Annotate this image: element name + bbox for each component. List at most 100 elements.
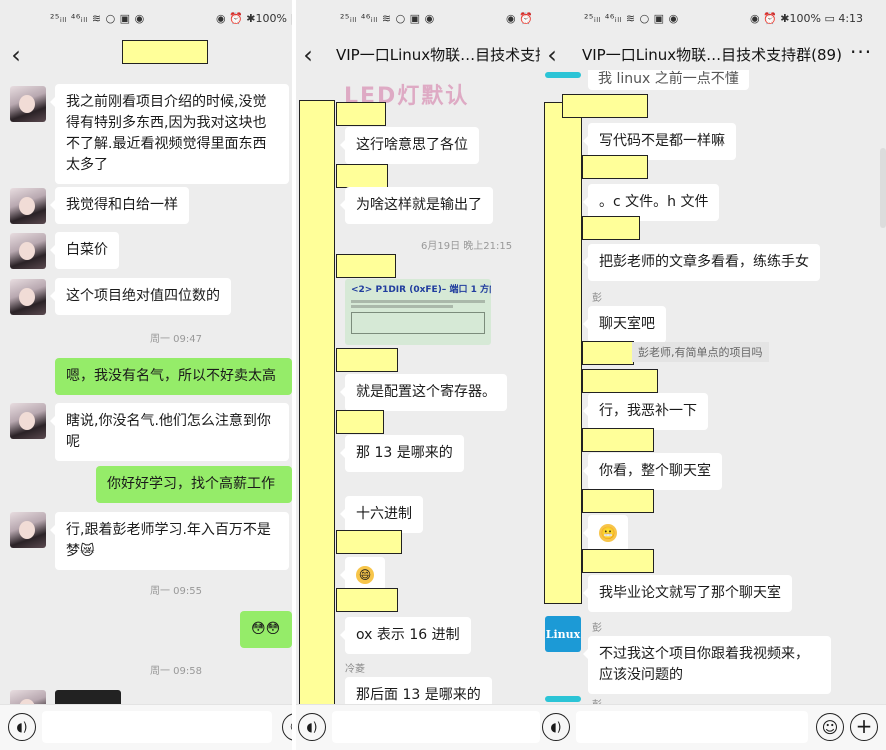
message-bubble[interactable]: 行，我恶补一下 bbox=[583, 393, 708, 430]
timestamp: 周一 09:55 bbox=[150, 586, 202, 597]
image-text-line bbox=[351, 300, 485, 303]
message-bubble[interactable]: 就是配置这个寄存器。 bbox=[340, 374, 507, 411]
input-bar: ◖) ☺ + bbox=[540, 704, 886, 750]
status-bar: ²⁵ᵢₗₗ ⁴⁶ᵢₗₗ ≋ ○ ▣ ◉ ◉ ⏰ bbox=[296, 0, 540, 38]
message-bubble[interactable]: 为啥这样就是输出了 bbox=[340, 187, 493, 224]
message-bubble[interactable]: ox 表示 16 进制 bbox=[340, 617, 471, 654]
message-bubble-own[interactable]: 嗯，我没有名气，所以不好卖太高 bbox=[55, 358, 292, 395]
chat-title: VIP一口Linux物联…目技术支持群(89) bbox=[582, 46, 842, 64]
message-bubble[interactable]: 这行啥意思了各位 bbox=[340, 127, 479, 164]
signal-indicators: ²⁵ᵢₗₗ ⁴⁶ᵢₗₗ ≋ ○ ▣ ◉ bbox=[50, 12, 145, 25]
avatar[interactable] bbox=[10, 403, 46, 439]
redacted-name bbox=[582, 155, 648, 179]
input-bar: ◖) ☺ bbox=[0, 704, 292, 750]
voice-icon[interactable]: ◖) bbox=[542, 713, 570, 741]
message-input[interactable] bbox=[576, 711, 808, 743]
image-message[interactable]: <2> P1DIR (0xFE)– 端口 1 方向 bbox=[345, 279, 491, 345]
status-right: ◉ ⏰ bbox=[506, 12, 533, 25]
message-bubble[interactable]: 瞎说,你没名气.他们怎么注意到你呢 bbox=[50, 403, 289, 461]
signal-indicators: ²⁵ᵢₗₗ ⁴⁶ᵢₗₗ ≋ ○ ▣ ◉ bbox=[340, 12, 435, 25]
redacted-title bbox=[122, 40, 208, 64]
message-bubble[interactable]: 我之前刚看项目介绍的时候,没觉得有特别多东西,因为我对这块也不了解.最近看视频觉… bbox=[50, 84, 289, 184]
message-bubble[interactable]: 行,跟着彭老师学习.年入百万不是梦😿 bbox=[50, 512, 289, 570]
redacted-name bbox=[562, 94, 648, 118]
redacted-name bbox=[582, 341, 634, 365]
voice-icon[interactable]: ◖) bbox=[298, 713, 326, 741]
status-bar: ²⁵ᵢₗₗ ⁴⁶ᵢₗₗ ≋ ○ ▣ ◉ ◉ ⏰ ✱100% | bbox=[0, 0, 292, 38]
sender-name: 冷菱 bbox=[345, 664, 365, 675]
nav-bar: ‹ VIP一口Linux物联…目技术支持群(89) ··· bbox=[540, 38, 886, 74]
timestamp: 周一 09:58 bbox=[150, 666, 202, 677]
message-input[interactable] bbox=[42, 711, 272, 743]
message-bubble[interactable]: 你看，整个聊天室 bbox=[583, 453, 722, 490]
avatar[interactable] bbox=[10, 233, 46, 269]
linux-avatar[interactable]: Linux bbox=[545, 616, 581, 652]
redacted-name bbox=[582, 428, 654, 452]
message-bubble[interactable]: 我 linux 之前一点不懂 bbox=[588, 70, 749, 90]
redacted-name bbox=[582, 216, 640, 240]
quoted-text: 彭老师,有简单点的项目吗 bbox=[632, 342, 769, 362]
timestamp: 6月19日 晚上21:15 bbox=[421, 241, 513, 252]
grimace-emoji: 😬 bbox=[599, 524, 617, 542]
message-bubble[interactable]: 😬 bbox=[583, 515, 628, 552]
message-bubble[interactable]: 白菜价 bbox=[50, 232, 119, 269]
chevron-left-icon[interactable]: ‹ bbox=[540, 40, 564, 70]
message-bubble[interactable]: 那 13 是哪来的 bbox=[340, 435, 464, 472]
status-right: ◉ ⏰ ✱100% | bbox=[216, 12, 292, 25]
message-bubble[interactable]: 我毕业论文就写了那个聊天室 bbox=[583, 575, 792, 612]
chat-panel-2: ²⁵ᵢₗₗ ⁴⁶ᵢₗₗ ≋ ○ ▣ ◉ ◉ ⏰ ‹ VIP一口Linux物联…目… bbox=[296, 0, 540, 750]
redacted-name bbox=[336, 530, 402, 554]
image-heading: <2> P1DIR (0xFE)– 端口 1 方向 bbox=[351, 285, 491, 295]
message-bubble[interactable]: 这个项目绝对值四位数的 bbox=[50, 278, 231, 315]
avatar[interactable] bbox=[10, 279, 46, 315]
status-right: ◉ ⏰ ✱100% ▭ 4:13 bbox=[750, 12, 864, 25]
avatar[interactable] bbox=[545, 72, 581, 78]
message-bubble[interactable]: 那后面 13 是哪来的 bbox=[345, 677, 492, 707]
redacted-name bbox=[336, 102, 386, 126]
more-icon[interactable]: ··· bbox=[850, 40, 872, 64]
redacted-name bbox=[336, 348, 398, 372]
avatar[interactable] bbox=[10, 512, 46, 548]
redacted-name bbox=[336, 588, 398, 612]
plus-icon[interactable]: + bbox=[850, 713, 878, 741]
voice-icon[interactable]: ◖) bbox=[8, 713, 36, 741]
message-bubble[interactable]: 聊天室吧 bbox=[583, 306, 666, 343]
avatar[interactable] bbox=[10, 188, 46, 224]
sender-name: 彭 bbox=[592, 623, 602, 634]
avatar[interactable] bbox=[10, 86, 46, 122]
message-bubble[interactable]: 我觉得和白给一样 bbox=[50, 187, 189, 224]
cat-emoji: 😿 bbox=[80, 543, 95, 559]
input-bar: ◖) bbox=[296, 704, 540, 750]
chat-panel-3: ²⁵ᵢₗₗ ⁴⁶ᵢₗₗ ≋ ○ ▣ ◉ ◉ ⏰ ✱100% ▭ 4:13 ‹ V… bbox=[540, 0, 886, 750]
redacted-avatar-column bbox=[299, 100, 335, 712]
nav-bar: ‹ VIP一口Linux物联…目技术支持 bbox=[296, 38, 540, 74]
avatar-label: Linux bbox=[545, 627, 581, 641]
chevron-left-icon[interactable]: ‹ bbox=[296, 40, 320, 70]
chevron-left-icon[interactable]: ‹ bbox=[4, 40, 28, 70]
redacted-avatar-column bbox=[544, 102, 582, 604]
image-text-line bbox=[351, 305, 454, 308]
message-bubble-own[interactable]: 你好好学习，找个高薪工作 bbox=[96, 466, 292, 503]
message-text: 行,跟着彭老师学习.年入百万不是梦 bbox=[66, 522, 271, 559]
chat-title: VIP一口Linux物联…目技术支持 bbox=[336, 46, 540, 64]
redacted-name bbox=[582, 369, 658, 393]
redacted-name bbox=[336, 410, 384, 434]
message-bubble[interactable]: 不过我这个项目你跟着我视频来，应该没问题的 bbox=[583, 636, 831, 694]
redacted-name bbox=[582, 549, 654, 573]
grin-emoji: 😄 bbox=[356, 566, 374, 584]
redacted-name bbox=[582, 489, 654, 513]
emoji-icon[interactable]: ☺ bbox=[816, 713, 844, 741]
scroll-indicator[interactable] bbox=[880, 148, 886, 228]
image-table bbox=[351, 312, 485, 334]
redacted-name bbox=[336, 164, 388, 188]
message-bubble[interactable]: 十六进制 bbox=[340, 496, 423, 533]
message-bubble-own[interactable]: 😳😳 bbox=[240, 611, 292, 648]
message-bubble[interactable]: 把彭老师的文章多看看，练练手女 bbox=[583, 244, 820, 281]
sender-name: 彭 bbox=[592, 293, 602, 304]
redacted-name bbox=[336, 254, 396, 278]
message-input[interactable] bbox=[332, 711, 540, 743]
emoji-icon[interactable]: ☺ bbox=[282, 713, 292, 741]
avatar[interactable] bbox=[545, 696, 581, 702]
signal-indicators: ²⁵ᵢₗₗ ⁴⁶ᵢₗₗ ≋ ○ ▣ ◉ bbox=[584, 12, 679, 25]
chat-panel-1: ²⁵ᵢₗₗ ⁴⁶ᵢₗₗ ≋ ○ ▣ ◉ ◉ ⏰ ✱100% | ‹ 我之前刚看项… bbox=[0, 0, 292, 750]
